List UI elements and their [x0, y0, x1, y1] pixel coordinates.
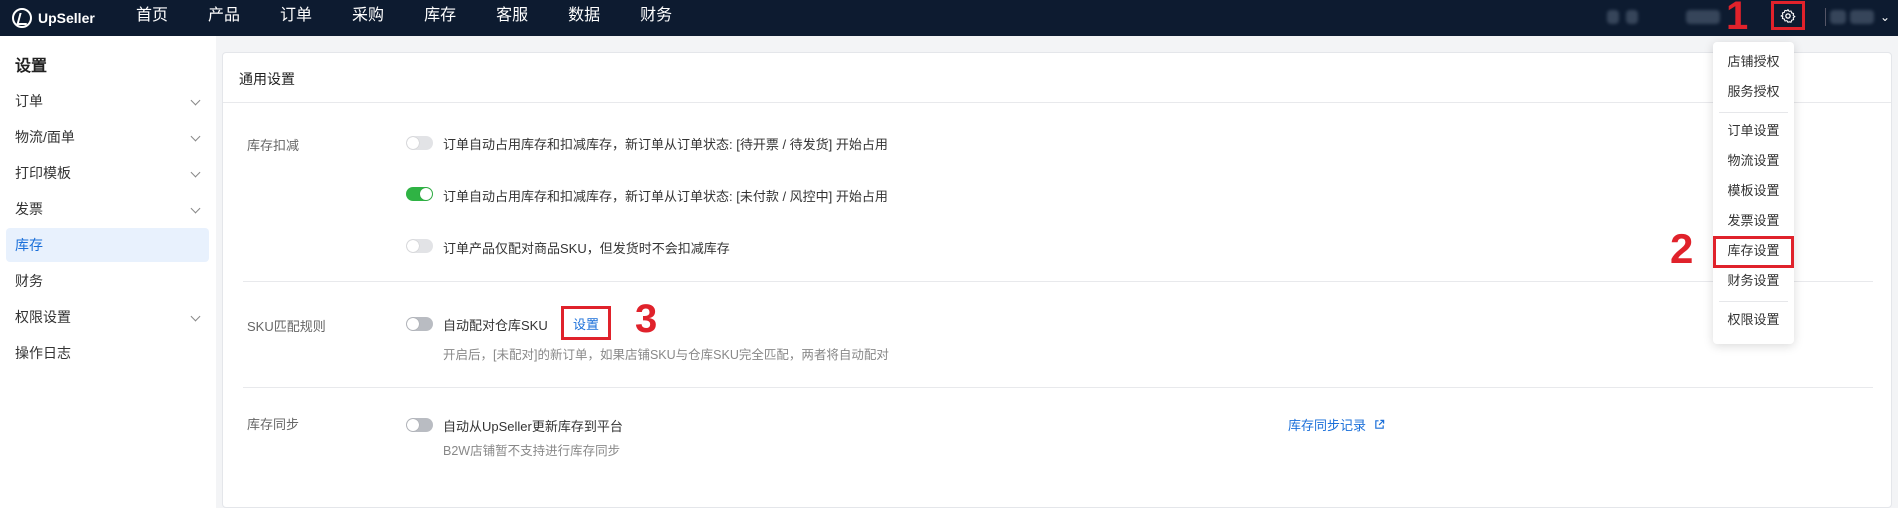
annotation-1: 1 — [1726, 0, 1749, 38]
menu-item-finance-settings[interactable]: 财务设置 — [1713, 270, 1794, 292]
stock-deduction-toggle-3[interactable] — [406, 239, 433, 253]
external-link-icon — [1375, 419, 1385, 429]
sidebar-item-label: 操作日志 — [15, 345, 71, 361]
sku-auto-match-toggle[interactable] — [406, 317, 433, 331]
sku-match-description: 开启后，[未配对]的新订单，如果店铺SKU与仓库SKU完全匹配，两者将自动配对 — [443, 348, 889, 362]
logo-icon — [12, 8, 32, 28]
chevron-down-icon — [190, 95, 201, 106]
stock-sync-record-label: 库存同步记录 — [1288, 418, 1367, 433]
stock-deduction-toggle-1[interactable] — [406, 136, 433, 150]
app-name: UpSeller — [38, 10, 95, 26]
nav-customer-service[interactable]: 客服 — [496, 0, 528, 36]
sidebar-item-label: 物流/面单 — [15, 129, 75, 145]
menu-item-template-settings[interactable]: 模板设置 — [1713, 180, 1794, 202]
stock-sync-record-link[interactable]: 库存同步记录 — [1288, 415, 1385, 434]
menu-separator — [1719, 112, 1788, 113]
sidebar-item-orders[interactable]: 订单 — [6, 84, 209, 118]
stock-deduction-option-2: 订单自动占用库存和扣减库存，新订单从订单状态: [未付款 / 风控中] 开始占用 — [443, 189, 888, 204]
sku-auto-match-text: 自动配对仓库SKU — [443, 318, 548, 333]
gear-icon — [1780, 8, 1796, 23]
nav-purchase[interactable]: 采购 — [352, 0, 384, 36]
nav-data[interactable]: 数据 — [568, 0, 600, 36]
chevron-down-icon[interactable]: ⌄ — [1880, 10, 1890, 24]
menu-item-store-authorization[interactable]: 店铺授权 — [1713, 51, 1794, 73]
sidebar-item-operation-log[interactable]: 操作日志 — [6, 336, 209, 370]
sidebar-item-inventory[interactable]: 库存 — [6, 228, 209, 262]
nav-home[interactable]: 首页 — [136, 0, 168, 36]
main-nav: 首页 产品 订单 采购 库存 客服 数据 财务 — [136, 0, 712, 36]
sidebar-item-label: 权限设置 — [15, 309, 71, 325]
annotation-2: 2 — [1670, 225, 1694, 272]
sidebar-item-print-templates[interactable]: 打印模板 — [6, 156, 209, 190]
sidebar-item-logistics[interactable]: 物流/面单 — [6, 120, 209, 154]
blurred-avatar — [1830, 10, 1846, 24]
sidebar-item-permissions[interactable]: 权限设置 — [6, 300, 209, 334]
nav-finance[interactable]: 财务 — [640, 0, 672, 36]
divider — [243, 281, 1873, 282]
blurred-icon — [1607, 10, 1619, 24]
blurred-username — [1850, 10, 1874, 24]
general-settings-panel: 通用设置 库存扣减 订单自动占用库存和扣减库存，新订单从订单状态: [待开票 /… — [222, 52, 1892, 508]
stock-sync-description: B2W店铺暂不支持进行库存同步 — [443, 444, 621, 458]
nav-orders[interactable]: 订单 — [280, 0, 312, 36]
app-logo[interactable]: UpSeller — [12, 6, 95, 30]
settings-sidebar: 设置 订单 物流/面单 打印模板 发票 库存 财务 权限设置 操作日志 — [0, 36, 216, 508]
sidebar-item-finance[interactable]: 财务 — [6, 264, 209, 298]
settings-dropdown-menu: 店铺授权 服务授权 订单设置 物流设置 模板设置 发票设置 库存设置 财务设置 … — [1713, 42, 1794, 344]
menu-item-invoice-settings[interactable]: 发票设置 — [1713, 210, 1794, 232]
stock-sync-toggle[interactable] — [406, 418, 433, 432]
navbar-divider — [1825, 8, 1826, 26]
stock-sync-label: 库存同步 — [247, 417, 300, 432]
menu-item-permission-settings[interactable]: 权限设置 — [1713, 309, 1794, 331]
blurred-icon — [1626, 10, 1638, 24]
panel-title: 通用设置 — [239, 71, 295, 87]
top-navbar: UpSeller 首页 产品 订单 采购 库存 客服 数据 财务 ⌄ — [0, 0, 1898, 36]
chevron-down-icon — [190, 131, 201, 142]
chevron-down-icon — [190, 167, 201, 178]
chevron-down-icon — [190, 311, 201, 322]
stock-sync-text: 自动从UpSeller更新库存到平台 — [443, 419, 623, 434]
nav-inventory[interactable]: 库存 — [424, 0, 456, 36]
sidebar-item-label: 库存 — [15, 237, 43, 253]
sku-match-settings-link[interactable]: 设置 — [561, 306, 611, 340]
sku-match-label: SKU匹配规则 — [247, 319, 326, 334]
sidebar-item-label: 订单 — [15, 93, 43, 109]
sidebar-item-invoice[interactable]: 发票 — [6, 192, 209, 226]
settings-button[interactable] — [1771, 1, 1805, 30]
stock-deduction-toggle-2[interactable] — [406, 187, 433, 201]
menu-item-order-settings[interactable]: 订单设置 — [1713, 120, 1794, 142]
menu-item-service-authorization[interactable]: 服务授权 — [1713, 81, 1794, 103]
menu-separator — [1719, 301, 1788, 302]
annotation-3: 3 — [635, 297, 658, 341]
inventory-settings-highlight — [1713, 236, 1794, 268]
sidebar-item-label: 财务 — [15, 273, 43, 289]
sidebar-title: 设置 — [15, 58, 48, 75]
stock-deduction-option-3: 订单产品仅配对商品SKU，但发货时不会扣减库存 — [443, 241, 730, 256]
stock-deduction-option-1: 订单自动占用库存和扣减库存，新订单从订单状态: [待开票 / 待发货] 开始占用 — [443, 137, 888, 152]
sidebar-item-label: 发票 — [15, 201, 43, 217]
nav-products[interactable]: 产品 — [208, 0, 240, 36]
sidebar-item-label: 打印模板 — [15, 165, 71, 181]
chevron-down-icon — [190, 203, 201, 214]
blurred-info — [1686, 10, 1720, 24]
divider — [243, 387, 1873, 388]
divider — [223, 102, 1891, 103]
stock-deduction-label: 库存扣减 — [247, 138, 300, 153]
menu-item-logistics-settings[interactable]: 物流设置 — [1713, 150, 1794, 172]
